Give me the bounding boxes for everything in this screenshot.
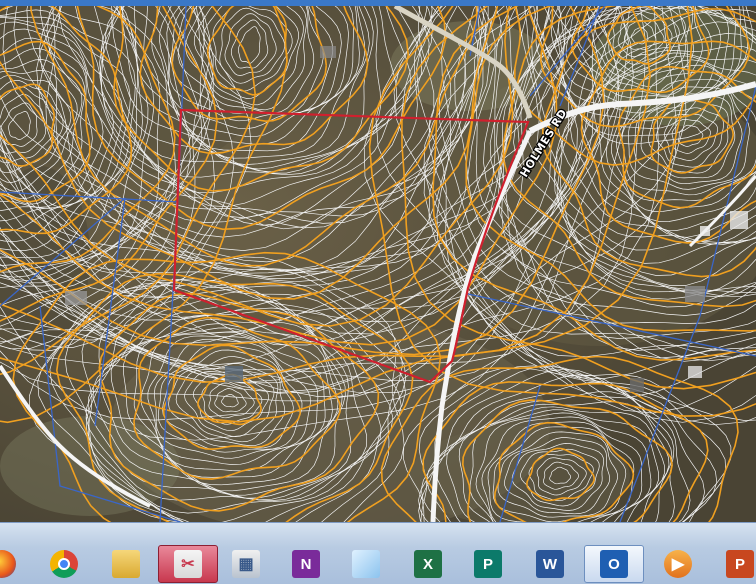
app-letter: O <box>608 555 620 573</box>
icon-mark: ▦ <box>238 556 254 573</box>
app-letter: P <box>734 555 745 573</box>
powerpoint-icon: P <box>726 550 754 578</box>
word-icon: W <box>536 550 564 578</box>
firefox-icon <box>0 550 16 578</box>
taskbar-button-snipping-tool[interactable]: ✂ <box>158 545 218 583</box>
icon-mark: ✂ <box>181 556 195 573</box>
taskbar-button-outlook[interactable]: O <box>584 545 644 583</box>
snipping-tool-icon: ✂ <box>174 550 202 578</box>
aerial-topo-map[interactable]: HOLMES RD <box>0 6 756 522</box>
taskbar-button-publisher[interactable]: P <box>458 545 518 583</box>
app-letter: N <box>300 555 312 573</box>
publisher-icon: P <box>474 550 502 578</box>
taskbar-button-file-explorer[interactable] <box>96 545 156 583</box>
taskbar-button-excel[interactable]: X <box>398 545 458 583</box>
file-explorer-icon <box>112 550 140 578</box>
taskbar-button-firefox[interactable] <box>0 545 32 583</box>
taskbar-button-notepad[interactable] <box>336 545 396 583</box>
windows-taskbar: ✂ ▦ N X P W O ▶ P <box>0 522 756 584</box>
media-player-icon: ▶ <box>664 550 692 578</box>
taskbar-button-calculator[interactable]: ▦ <box>216 545 276 583</box>
taskbar-button-onenote[interactable]: N <box>276 545 336 583</box>
excel-icon: X <box>414 550 442 578</box>
notepad-icon <box>352 550 380 578</box>
app-letter: P <box>482 555 493 573</box>
icon-mark: ▶ <box>671 556 685 573</box>
icon-center-dot <box>58 558 70 570</box>
taskbar-button-media-player[interactable]: ▶ <box>648 545 708 583</box>
onenote-icon: N <box>292 550 320 578</box>
outlook-icon: O <box>600 550 628 578</box>
app-letter: W <box>542 555 558 573</box>
app-letter: X <box>422 555 433 573</box>
taskbar-button-powerpoint[interactable]: P <box>710 545 756 583</box>
taskbar-button-chrome[interactable] <box>34 545 94 583</box>
chrome-icon <box>50 550 78 578</box>
taskbar-button-word[interactable]: W <box>520 545 580 583</box>
calculator-icon: ▦ <box>232 550 260 578</box>
